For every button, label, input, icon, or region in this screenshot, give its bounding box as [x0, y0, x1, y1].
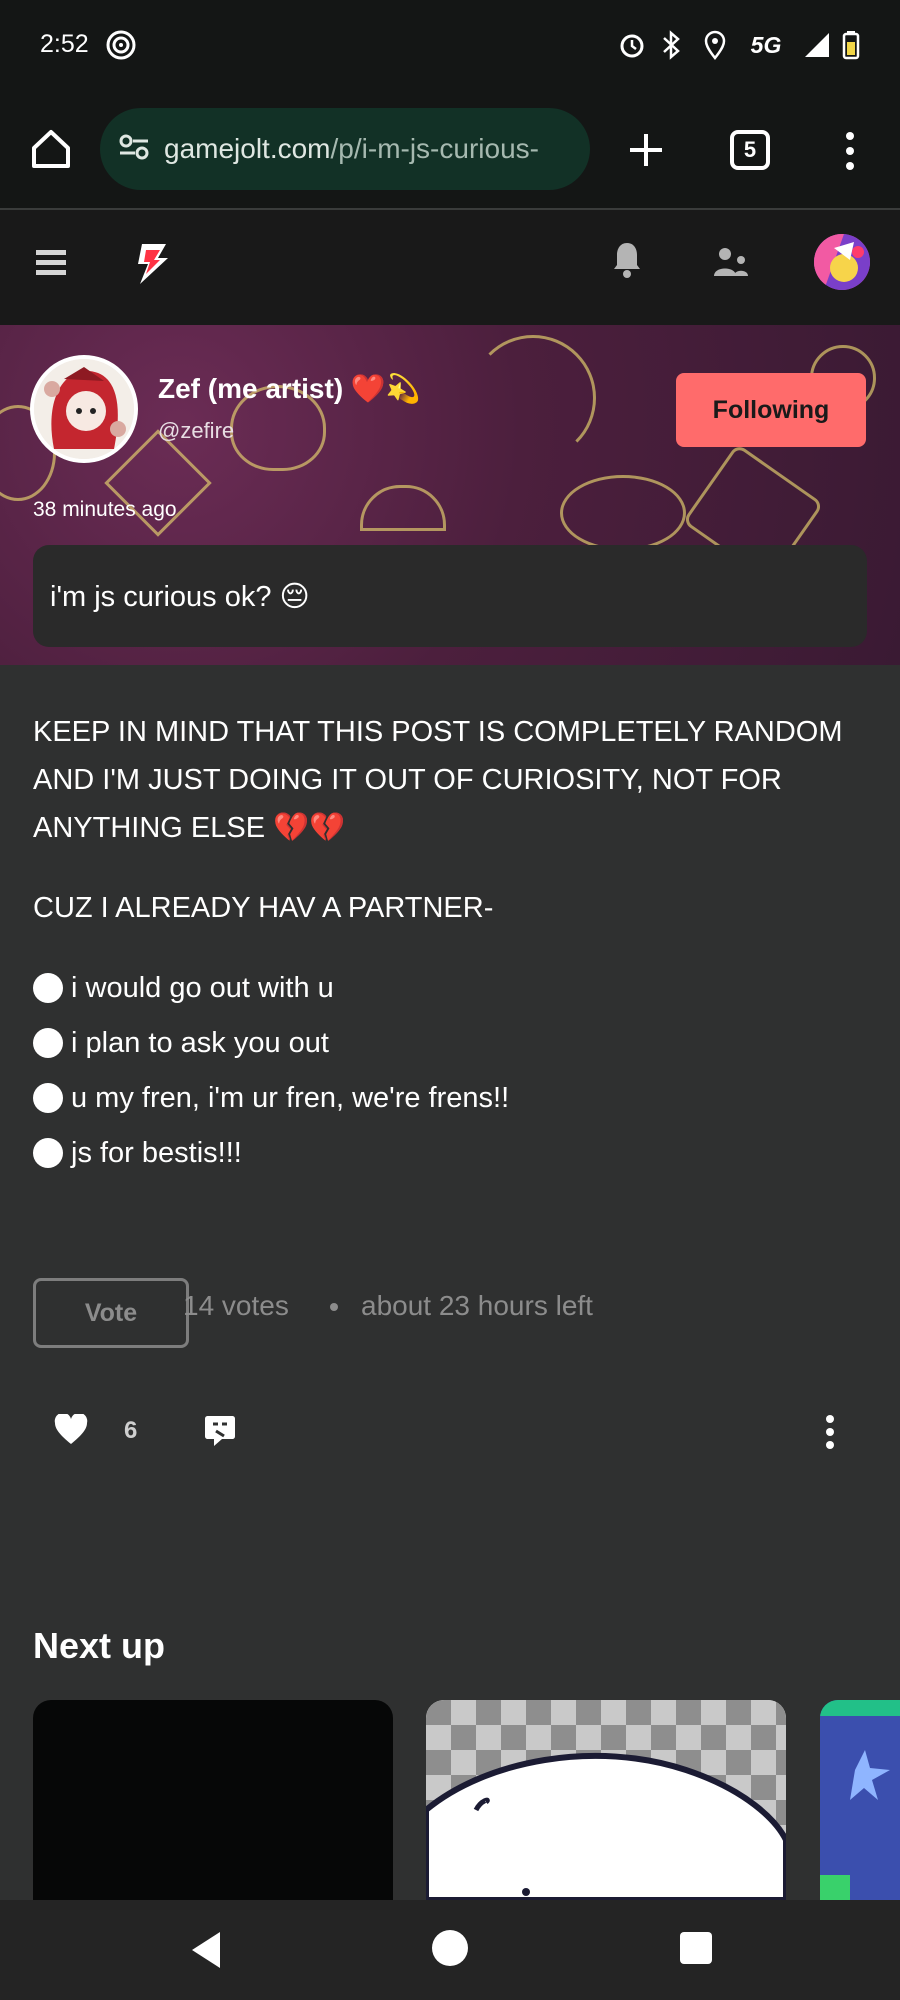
- recents-icon[interactable]: [680, 1932, 712, 1964]
- status-time: 2:52: [40, 30, 89, 58]
- next-up-card[interactable]: [820, 1700, 900, 1900]
- author-name[interactable]: Zef (me artist) ❤️💫: [158, 372, 421, 405]
- radio-button[interactable]: [33, 973, 63, 1003]
- poll-time-left: about 23 hours left: [361, 1290, 593, 1321]
- location-icon: [700, 28, 730, 62]
- radio-button[interactable]: [33, 1028, 63, 1058]
- vote-button[interactable]: Vote: [33, 1278, 189, 1348]
- poll-option[interactable]: i plan to ask you out: [33, 1023, 329, 1063]
- hamburger-menu-icon[interactable]: [34, 246, 68, 280]
- poll-option[interactable]: js for bestis!!!: [33, 1133, 242, 1173]
- status-bar: 2:52 5G: [0, 0, 900, 90]
- poll-vote-count: 14 votes: [183, 1290, 289, 1321]
- back-icon[interactable]: [188, 1930, 224, 1970]
- tab-switcher-button[interactable]: 5: [730, 130, 770, 170]
- separator-dot: [330, 1303, 338, 1311]
- post-lead-text: i'm js curious ok? 😔: [50, 580, 310, 613]
- url-bar[interactable]: gamejolt.com/p/i-m-js-curious-: [100, 108, 590, 190]
- poll-option-label: js for bestis!!!: [71, 1136, 242, 1169]
- url-domain: gamejolt.com: [164, 133, 331, 164]
- like-heart-icon[interactable]: [54, 1412, 88, 1446]
- like-count: 6: [124, 1417, 138, 1444]
- post-more-options-icon[interactable]: [820, 1414, 840, 1450]
- author-handle[interactable]: @zefire: [158, 418, 234, 444]
- friend-requests-icon[interactable]: [712, 244, 750, 282]
- post-paragraph-1: KEEP IN MIND THAT THIS POST IS COMPLETEL…: [33, 716, 843, 844]
- radio-button[interactable]: [33, 1138, 63, 1168]
- 5g-icon: 5G: [750, 31, 782, 58]
- site-settings-icon[interactable]: [118, 133, 150, 166]
- battery-icon: [838, 28, 864, 62]
- user-avatar[interactable]: [814, 234, 870, 290]
- next-up-heading: Next up: [33, 1625, 166, 1666]
- poll-option-label: i would go out with u: [71, 971, 334, 1004]
- poll-option[interactable]: u my fren, i'm ur fren, we're frens!!: [33, 1078, 509, 1118]
- post-timestamp: 38 minutes ago: [33, 498, 177, 521]
- url-text[interactable]: gamejolt.com/p/i-m-js-curious-: [164, 133, 574, 165]
- post-lead-box: i'm js curious ok? 😔: [33, 545, 867, 647]
- signal-icon: [802, 28, 832, 62]
- bluetooth-icon: [656, 28, 686, 62]
- next-up-card[interactable]: [33, 1700, 393, 1900]
- poll-option-label: u my fren, i'm ur fren, we're frens!!: [71, 1081, 510, 1114]
- following-button[interactable]: Following: [676, 373, 866, 447]
- gamejolt-logo-icon[interactable]: [132, 240, 172, 286]
- comment-icon[interactable]: [204, 1414, 236, 1448]
- radio-button[interactable]: [33, 1083, 63, 1113]
- browser-toolbar: gamejolt.com/p/i-m-js-curious- 5: [0, 90, 900, 210]
- alarm-icon: [616, 28, 648, 62]
- post-paragraph-2: CUZ I ALREADY HAV A PARTNER-: [33, 892, 494, 924]
- hotspot-icon: [104, 28, 138, 62]
- next-up-card[interactable]: [426, 1700, 786, 1900]
- notifications-bell-icon[interactable]: [612, 240, 642, 280]
- poll-option[interactable]: i would go out with u: [33, 968, 334, 1008]
- url-path: /p/i-m-js-curious-: [330, 133, 539, 164]
- home-nav-icon[interactable]: [432, 1930, 468, 1966]
- browser-menu-icon[interactable]: [840, 128, 860, 174]
- app-header: [0, 210, 900, 325]
- system-nav-bar: [0, 1900, 900, 2000]
- home-icon[interactable]: [28, 126, 74, 172]
- author-avatar[interactable]: [30, 355, 138, 463]
- new-tab-icon[interactable]: [624, 128, 668, 172]
- poll-option-label: i plan to ask you out: [71, 1026, 329, 1059]
